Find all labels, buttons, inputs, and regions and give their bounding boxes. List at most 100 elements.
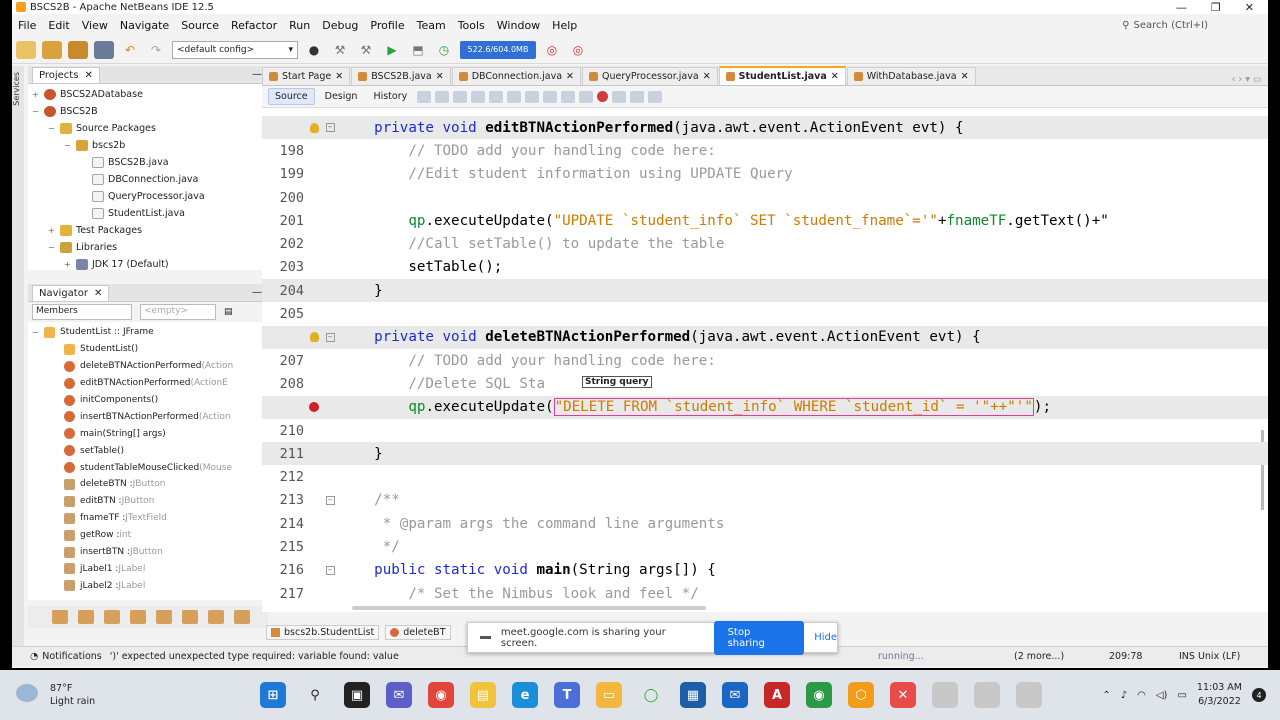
navigator-member[interactable]: deleteBTNActionPerformed (Action <box>28 358 267 375</box>
editor-tab[interactable]: WithDatabase.java ✕ <box>846 67 976 85</box>
navigator-tab[interactable]: Navigator ✕ <box>32 284 110 301</box>
stop-macro-icon[interactable] <box>612 90 627 103</box>
ide-search[interactable]: ⚲ Search (Ctrl+I) <box>1122 20 1208 31</box>
bookmark-prev-icon[interactable] <box>525 90 540 103</box>
clean-build-icon[interactable]: ⚒ <box>356 41 376 59</box>
editor-tab[interactable]: Start Page ✕ <box>262 67 351 85</box>
find-icon[interactable] <box>453 90 468 103</box>
code-line[interactable]: 210 <box>262 419 1268 442</box>
fold-icon[interactable]: − <box>320 565 340 575</box>
project-tree-item[interactable]: − Libraries <box>28 239 267 256</box>
navigator-member[interactable]: fnameTF : JTextField <box>28 510 267 527</box>
members-select[interactable]: Members <box>32 304 132 320</box>
minimize-button[interactable]: — <box>1176 1 1187 14</box>
filter-icon[interactable]: ▤ <box>224 307 233 317</box>
globe-icon[interactable]: ● <box>304 41 324 59</box>
edge-icon[interactable]: e <box>512 682 538 708</box>
pdf-icon[interactable]: A <box>764 682 790 708</box>
inherited-filter-icon[interactable] <box>156 610 172 624</box>
navigator-member[interactable]: setTable() <box>28 442 267 459</box>
project-tree-item[interactable]: + BSCS2ADatabase <box>28 86 267 103</box>
menu-team[interactable]: Team <box>411 19 452 32</box>
window-icon-2[interactable] <box>974 682 1000 708</box>
code-line[interactable]: 216 − public static void main(String args… <box>262 559 1268 582</box>
mic-icon[interactable]: ♪ <box>1121 690 1127 701</box>
record-macro-icon[interactable] <box>597 91 609 102</box>
editor-tab[interactable]: BSCS2B.java ✕ <box>351 67 451 85</box>
fold-toggle[interactable]: − <box>325 123 335 133</box>
run-icon[interactable]: ▶ <box>382 41 402 59</box>
services-tab[interactable]: Services <box>12 66 21 112</box>
task-view-icon[interactable]: ▣ <box>344 682 370 708</box>
navigator-member[interactable]: insertBTNActionPerformed (Action <box>28 408 267 425</box>
code-line[interactable]: 203 setTable(); <box>262 256 1268 279</box>
fold-icon[interactable]: − <box>320 123 340 133</box>
project-tree-item[interactable]: + Test Packages <box>28 222 267 239</box>
static-filter-icon[interactable] <box>104 610 120 624</box>
volume-icon[interactable]: ◁) <box>1156 690 1168 701</box>
fold-toggle[interactable]: − <box>325 332 335 342</box>
navigator-member[interactable]: getRow : int <box>28 527 267 544</box>
expand-icon[interactable] <box>208 610 224 624</box>
code-line[interactable]: 202 //Call setTable() to update the tabl… <box>262 233 1268 256</box>
chevron-up-icon[interactable]: ⌃ <box>1102 690 1110 701</box>
profile-ide-icon[interactable]: ◎ <box>568 41 588 59</box>
hint-bulb-icon[interactable] <box>308 122 320 134</box>
window-icon-3[interactable] <box>1016 682 1042 708</box>
chrome-icon[interactable]: ◉ <box>428 682 454 708</box>
empty-select[interactable]: <empty> <box>140 304 216 320</box>
horizontal-scrollbar[interactable] <box>352 606 706 610</box>
hide-button[interactable]: Hide <box>814 632 837 643</box>
battery-icon[interactable]: ▭ <box>1177 690 1186 701</box>
project-tree-item[interactable]: QueryProcessor.java <box>28 188 267 205</box>
teams-icon[interactable]: T <box>554 682 580 708</box>
code-line[interactable]: 204 } <box>262 279 1268 303</box>
redo-icon[interactable]: ↷ <box>146 41 166 59</box>
history-view-button[interactable]: History <box>367 89 413 104</box>
notification-badge[interactable]: 4 <box>1252 688 1266 702</box>
window-icon-1[interactable] <box>932 682 958 708</box>
debug-icon[interactable]: ⬒ <box>408 41 428 59</box>
navigator-member[interactable]: jLabel1 : JLabel <box>28 560 267 577</box>
weather-widget[interactable]: 87°F Light rain <box>0 682 95 708</box>
more-link[interactable]: (2 more...) <box>1014 651 1064 662</box>
navigator-member[interactable]: insertBTN : JButton <box>28 544 267 561</box>
windows-start-icon[interactable]: ⊞ <box>260 682 286 708</box>
fold-icon[interactable]: − <box>320 495 340 505</box>
shift-right-icon[interactable] <box>579 90 594 103</box>
code-line[interactable]: 207 // TODO add your handling code here: <box>262 349 1268 372</box>
code-line[interactable]: − private void editBTNActionPerformed(ja… <box>262 116 1268 140</box>
menu-navigate[interactable]: Navigate <box>114 19 175 32</box>
fold-toggle[interactable]: − <box>325 495 335 505</box>
file-explorer-icon[interactable]: ▤ <box>470 682 496 708</box>
code-line[interactable]: 212 <box>262 466 1268 489</box>
collapse-icon[interactable]: − <box>48 243 58 252</box>
mail-icon[interactable]: ✉ <box>722 682 748 708</box>
code-line[interactable]: 199 //Edit student information using UPD… <box>262 163 1268 186</box>
editor-tab[interactable]: QueryProcessor.java ✕ <box>582 67 718 85</box>
projects-tab[interactable]: Projects ✕ <box>32 66 100 83</box>
code-line[interactable]: 214 * @param args the command line argum… <box>262 512 1268 535</box>
build-hammer-icon[interactable]: ⚒ <box>330 41 350 59</box>
fold-toggle[interactable]: − <box>325 565 335 575</box>
close-icon[interactable]: ✕ <box>94 288 102 299</box>
store-icon[interactable]: ▦ <box>680 682 706 708</box>
toggle-highlight-icon[interactable] <box>507 90 522 103</box>
uncomment-icon[interactable] <box>648 90 663 103</box>
code-line[interactable]: 200 <box>262 186 1268 209</box>
close-icon[interactable]: ✕ <box>566 71 574 82</box>
memory-gauge[interactable]: 522.6/604.0MB <box>460 40 536 59</box>
collapse-icon[interactable]: − <box>64 141 74 150</box>
new-file-icon[interactable] <box>16 40 36 59</box>
chat-icon[interactable]: ✉ <box>386 682 412 708</box>
menu-source[interactable]: Source <box>175 19 225 32</box>
stop-sharing-button[interactable]: Stop sharing <box>713 620 805 655</box>
navigator-root[interactable]: − StudentList :: JFrame <box>28 324 267 341</box>
field-filter-icon[interactable] <box>78 610 94 624</box>
design-view-button[interactable]: Design <box>319 89 364 104</box>
sort-icon[interactable] <box>52 610 68 624</box>
project-tree-item[interactable]: StudentList.java <box>28 205 267 222</box>
menu-run[interactable]: Run <box>283 19 316 32</box>
menu-window[interactable]: Window <box>491 19 546 32</box>
config-select[interactable]: <default config> ▾ <box>172 40 298 59</box>
